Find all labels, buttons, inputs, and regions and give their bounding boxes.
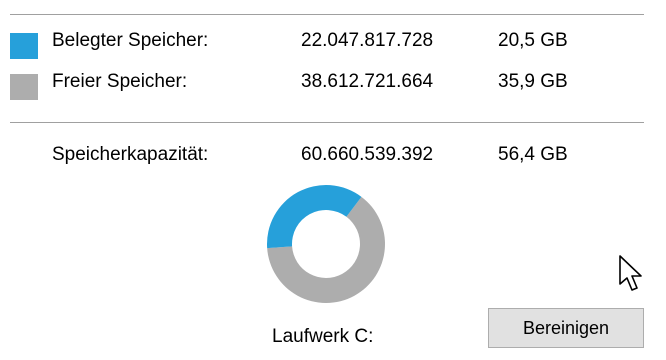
free-space-size: 35,9 GB — [498, 71, 568, 92]
used-space-bytes: 22.047.817.728 — [301, 30, 434, 51]
free-space-label: Freier Speicher: — [52, 71, 188, 92]
capacity-bytes: 60.660.539.392 — [301, 144, 434, 165]
cleanup-button[interactable]: Bereinigen — [488, 308, 644, 348]
bottom-divider — [10, 122, 644, 123]
top-divider — [10, 14, 644, 15]
free-space-row: Freier Speicher: 38.612.721.664 35,9 GB — [0, 71, 666, 101]
used-space-color-swatch — [10, 33, 38, 59]
drive-label: Laufwerk C: — [272, 326, 374, 347]
disk-usage-donut — [266, 184, 386, 304]
used-space-size: 20,5 GB — [498, 30, 568, 51]
used-space-label: Belegter Speicher: — [52, 30, 209, 51]
capacity-size: 56,4 GB — [498, 144, 568, 165]
capacity-row: Speicherkapazität: 60.660.539.392 56,4 G… — [0, 144, 666, 174]
free-space-color-swatch — [10, 74, 38, 100]
capacity-label: Speicherkapazität: — [52, 144, 209, 165]
donut-chart — [267, 185, 385, 303]
free-space-bytes: 38.612.721.664 — [301, 71, 434, 92]
used-space-row: Belegter Speicher: 22.047.817.728 20,5 G… — [0, 30, 666, 60]
arrow-cursor-icon — [619, 255, 642, 291]
